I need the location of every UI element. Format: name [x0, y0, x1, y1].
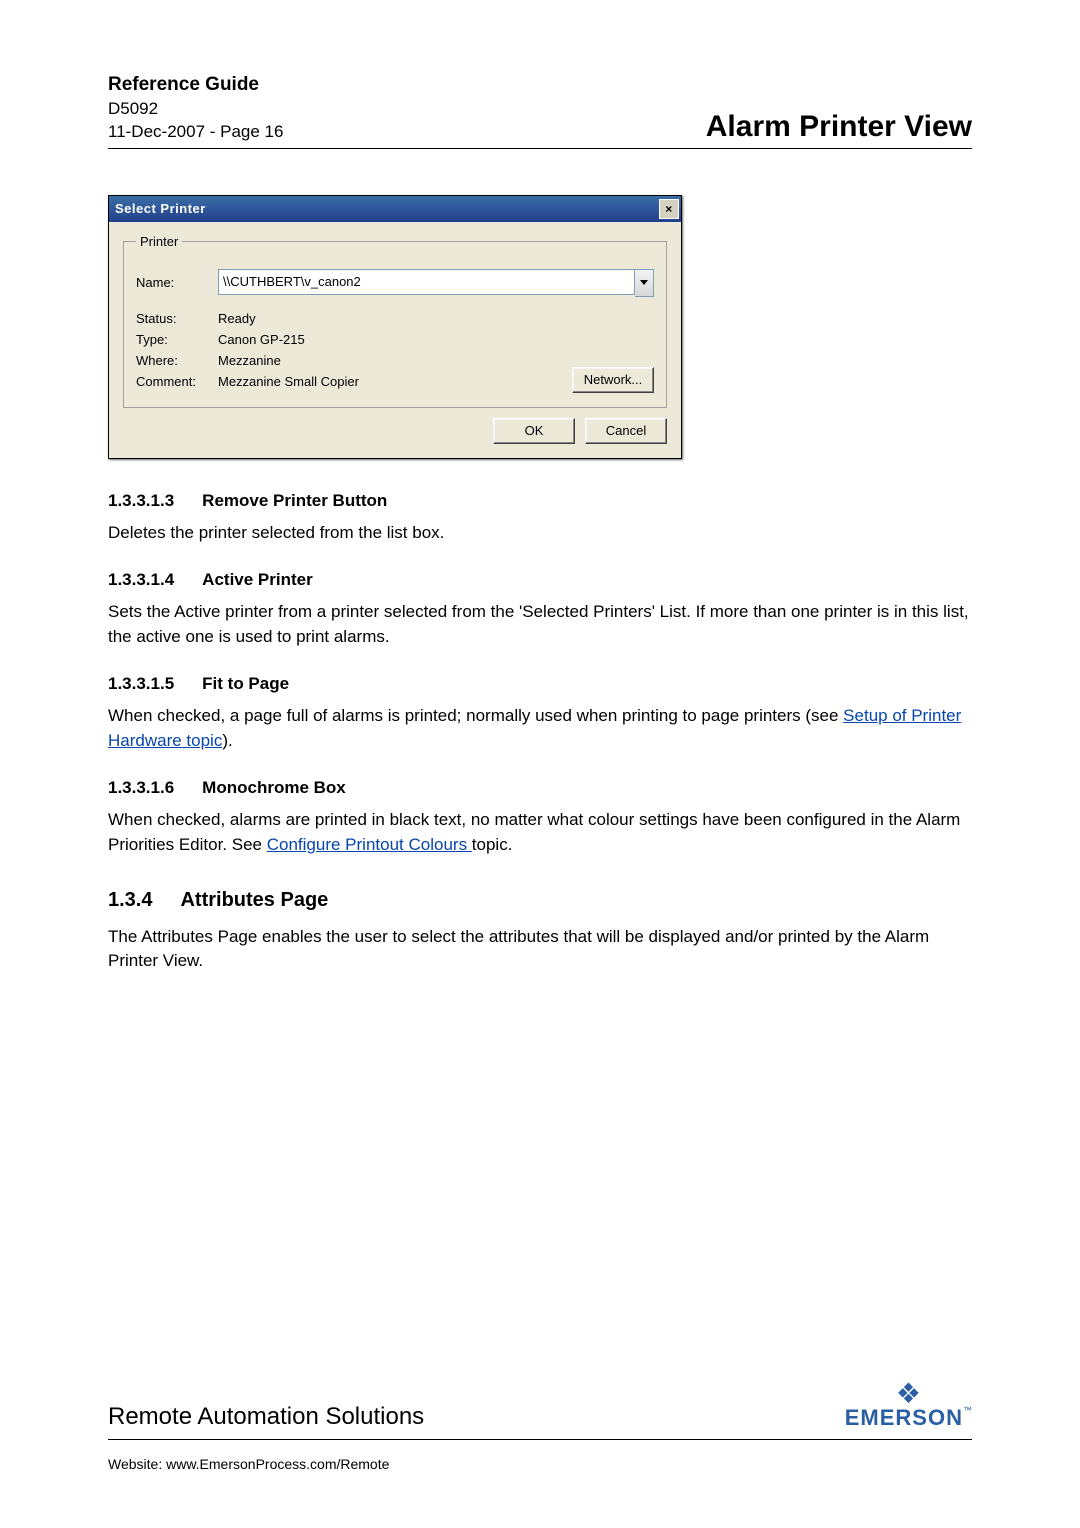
emerson-wordmark: EMERSON [845, 1405, 963, 1430]
comment-value: Mezzanine Small Copier [218, 374, 359, 389]
printer-name-combo[interactable] [218, 269, 654, 297]
para-remove-printer: Deletes the printer selected from the li… [108, 521, 972, 546]
where-value: Mezzanine [218, 353, 281, 368]
heading-monochrome-box: 1.3.3.1.6 Monochrome Box [108, 776, 972, 801]
date-page: 11-Dec-2007 - Page 16 [108, 121, 283, 144]
page-header: Reference Guide D5092 11-Dec-2007 - Page… [108, 72, 972, 149]
para-attributes-page: The Attributes Page enables the user to … [108, 925, 972, 974]
close-icon[interactable]: × [659, 199, 679, 219]
footer-company: Remote Automation Solutions [108, 1403, 424, 1431]
footer-website: Website: www.EmersonProcess.com/Remote [108, 1456, 972, 1472]
page-footer: Remote Automation Solutions ❖ EMERSON™ W… [108, 1383, 972, 1472]
para-active-printer: Sets the Active printer from a printer s… [108, 600, 972, 649]
document-body: 1.3.3.1.3 Remove Printer Button Deletes … [108, 489, 972, 974]
doc-number: D5092 [108, 98, 283, 121]
cancel-button[interactable]: Cancel [585, 418, 667, 444]
dialog-titlebar: Select Printer × [109, 196, 681, 222]
printer-group-legend: Printer [136, 234, 182, 249]
heading-fit-to-page: 1.3.3.1.5 Fit to Page [108, 672, 972, 697]
status-label: Status: [136, 311, 218, 326]
status-value: Ready [218, 311, 256, 326]
para-monochrome-box: When checked, alarms are printed in blac… [108, 808, 972, 857]
comment-label: Comment: [136, 374, 218, 389]
header-left: Reference Guide D5092 11-Dec-2007 - Page… [108, 72, 283, 144]
select-printer-dialog: Select Printer × Printer Name: Status: R… [108, 195, 682, 459]
printer-group: Printer Name: Status: Ready Type: Canon … [123, 234, 667, 408]
network-button[interactable]: Network... [572, 367, 654, 393]
name-label: Name: [136, 275, 218, 290]
where-label: Where: [136, 353, 218, 368]
type-label: Type: [136, 332, 218, 347]
chevron-down-icon[interactable] [635, 269, 654, 297]
printer-name-input[interactable] [218, 269, 635, 295]
para-fit-to-page: When checked, a page full of alarms is p… [108, 704, 972, 753]
dialog-title: Select Printer [115, 201, 206, 216]
type-value: Canon GP-215 [218, 332, 305, 347]
link-configure-printout-colours[interactable]: Configure Printout Colours [267, 835, 472, 854]
page-title: Alarm Printer View [706, 110, 972, 144]
reference-guide-label: Reference Guide [108, 72, 283, 98]
ok-button[interactable]: OK [493, 418, 575, 444]
heading-attributes-page: 1.3.4 Attributes Page [108, 886, 972, 915]
emerson-logo: ❖ EMERSON™ [845, 1383, 972, 1431]
emerson-logo-icon: ❖ [896, 1383, 921, 1405]
heading-remove-printer: 1.3.3.1.3 Remove Printer Button [108, 489, 972, 514]
heading-active-printer: 1.3.3.1.4 Active Printer [108, 568, 972, 593]
